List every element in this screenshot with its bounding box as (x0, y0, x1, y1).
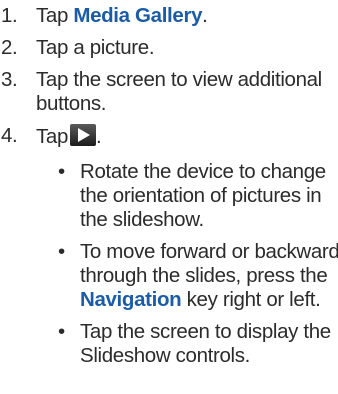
step-number: 2. (1, 36, 18, 59)
bullet-text-line-1: Tap the screen to display the (80, 320, 331, 343)
bullet-text-line-2: through the slides, press the (80, 264, 328, 287)
bullet-text-line-2: Slideshow controls. (80, 344, 250, 367)
bullet-marker: • (58, 320, 65, 343)
bullet-marker: • (58, 240, 65, 263)
step-text-post: . (96, 125, 102, 148)
step-number: 3. (1, 68, 18, 91)
bullet-text-line-1: To move forward or backward (80, 240, 338, 263)
bullet-text-line-3: the slideshow. (80, 208, 204, 231)
bullet-text-post: key right or left. (181, 288, 321, 311)
step-text-post: . (202, 4, 208, 27)
bullet-text-line-1: Rotate the device to change (80, 160, 326, 183)
bullet-text-line-2: the orientation of pictures in (80, 184, 322, 207)
play-icon (70, 124, 97, 146)
step-text-pre: Tap (36, 125, 69, 148)
step-number: 1. (1, 4, 18, 27)
step-text-line-2: buttons. (36, 92, 107, 115)
bullet-text-line-3: Navigation key right or left. (80, 288, 321, 312)
step-text: Tap Media Gallery. (36, 4, 208, 28)
navigation-key-label: Navigation (80, 288, 182, 311)
step-text: Tap. (36, 124, 102, 149)
step-text-line-1: Tap the screen to view additional (36, 68, 322, 91)
step-number: 4. (1, 124, 18, 147)
instructions-document: 1. Tap Media Gallery. 2. Tap a picture. … (0, 0, 338, 394)
bullet-marker: • (58, 160, 65, 183)
step-text: Tap a picture. (36, 36, 155, 59)
media-gallery-label: Media Gallery (73, 4, 203, 27)
step-text-pre: Tap (36, 4, 74, 27)
